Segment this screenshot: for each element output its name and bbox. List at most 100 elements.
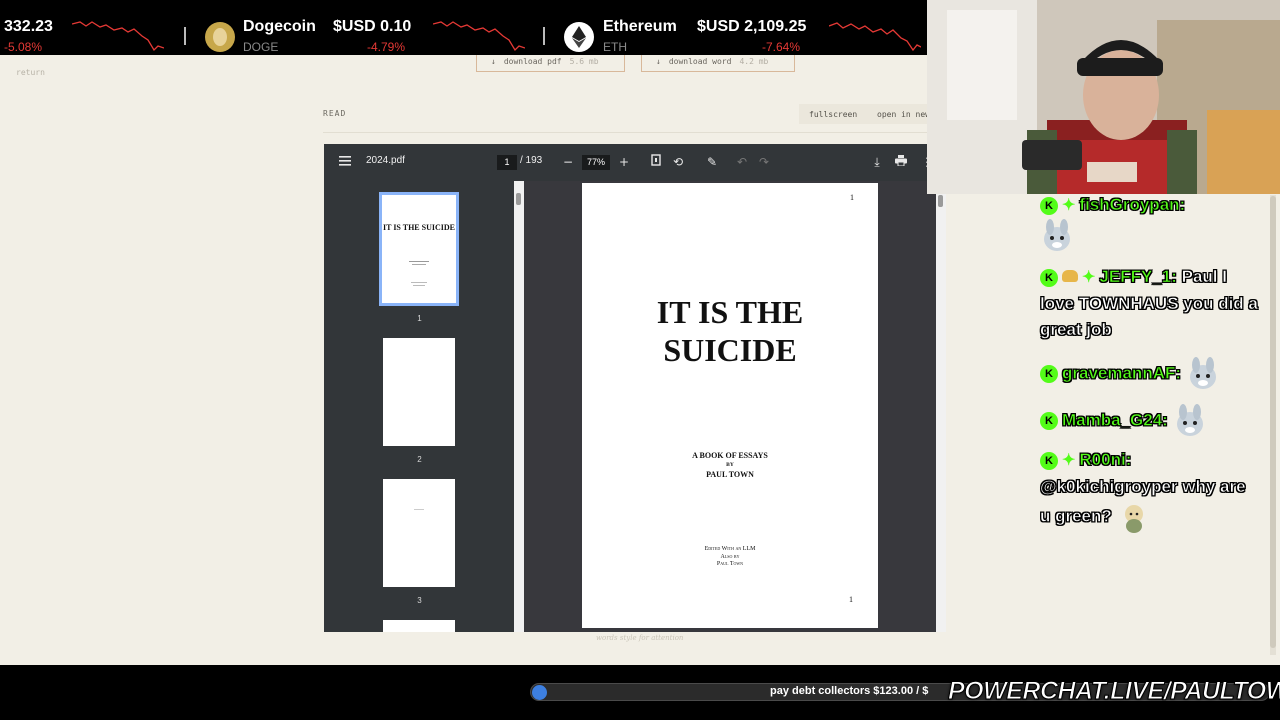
download-arrow-icon: ↓ [656,57,661,66]
thumbnail-scrollbar[interactable] [514,181,524,632]
subscriber-badge-icon: ✦ [1062,452,1076,469]
subscriber-badge-icon: ✦ [1062,197,1076,214]
ticker-symbol: ETH [603,40,627,54]
section-divider [323,132,927,133]
chat-message: K ✦ JEFFY_1: Paul I love TOWNHAUS you did … [1040,264,1260,343]
redo-icon[interactable]: ↷ [756,154,772,170]
thumbnail-number-3: 3 [417,596,422,605]
download-word-label: download word [668,57,732,66]
viewer-footnote: words style for attention [596,634,684,642]
thumbnail-number-2: 2 [417,455,422,464]
streamer-webcam-image [927,0,1280,194]
powerchat-progress-indicator [532,685,547,700]
download-pdf-label: download pdf [503,57,562,66]
chat-username: fishGroypan: [1079,195,1186,214]
book-by: BY [726,462,734,468]
emote-icon [1189,357,1216,389]
total-pages: / 193 [520,155,543,166]
book-title-line-1: IT IS THE [656,294,804,330]
thumbnail-page-4[interactable] [383,620,455,632]
thumbnail-page-3[interactable] [383,479,455,587]
pdf-toolbar: 2024.pdf 1 / 193 − 77% + ⟲ ✎ ↶ ↷ ⤓ ⋮ [324,144,946,181]
download-word-size: 4.2 mb [739,57,769,66]
fit-page-icon[interactable] [648,154,664,170]
chat-username: R00ni: [1079,450,1132,470]
subscriber-badge-icon: ✦ [1082,269,1096,286]
chat-message: K ✦ R00ni: @k0kichigroyper why are u green… [1040,447,1260,534]
sparkline-chart [433,21,525,52]
page-number-top: 1 [850,193,854,202]
download-word-button[interactable]: ↓ download word 4.2 mb [641,52,795,72]
chat-message: KgravemannAF: [1040,357,1220,391]
stream-screen: return ↓ download pdf 5.6 mb ↓ download … [0,0,1280,720]
thumbnail-title: IT IS THE SUICIDE [383,223,455,232]
return-link[interactable]: return [16,68,45,77]
pdf-page: 1 IT IS THE SUICIDE A BOOK OF ESSAYS BY … [582,183,878,628]
chat-username: JEFFY_1: [1099,267,1177,287]
download-icon[interactable]: ⤓ [869,154,885,170]
ticker-name: Ethereum [603,18,677,35]
chat-username: Mamba_G24: [1062,410,1168,430]
ticker-separator [184,27,186,45]
book-title-line-2: SUICIDE [663,332,797,368]
zoom-in-icon[interactable]: + [616,154,632,170]
document-scrollbar[interactable] [936,181,946,632]
undo-icon[interactable]: ↶ [734,154,750,170]
rotate-icon[interactable]: ⟲ [670,154,686,170]
fullscreen-button[interactable]: fullscreen [799,104,868,124]
emote-icon [1176,404,1203,436]
thumbnail-sidebar: IT IS THE SUICIDE 1 2 3 [324,181,515,632]
also-by: Also by [720,554,740,560]
ticker-change: -7.64% [762,40,801,54]
burger-badge-icon [1062,270,1078,282]
thumbnail-page-1[interactable]: IT IS THE SUICIDE [379,192,459,306]
ticker-price: $USD 2,109.25 [697,18,807,35]
ticker-change: -5.08% [4,40,43,54]
ticker-change: -4.79% [367,40,406,54]
ticker-symbol: DOGE [243,40,279,54]
kick-badge-icon: K [1040,412,1058,431]
ticker-name: Dogecoin [243,18,316,35]
read-section-label: READ [323,109,347,118]
kick-badge-icon: K [1040,269,1058,287]
page-number-input[interactable]: 1 [497,155,517,170]
page-scrollbar-thumb[interactable] [1270,196,1276,648]
kick-badge-icon: K [1040,197,1058,215]
crypto-ticker: 332.23 -5.08% Dogecoin DOGE $USD 0.10 -4… [0,0,927,55]
zoom-input[interactable]: 77% [582,155,610,170]
kick-badge-icon: K [1040,452,1058,470]
page-number-bottom: 1 [849,595,853,604]
book-subtitle: A BOOK OF ESSAYS [692,451,768,460]
sparkline-chart [72,21,164,52]
chat-message: K Mamba_G24: [1040,404,1207,438]
webcam-overlay [927,0,1280,194]
menu-icon[interactable] [337,154,353,170]
book-author: PAUL TOWN [706,470,754,479]
download-pdf-button[interactable]: ↓ download pdf 5.6 mb [476,52,625,72]
download-pdf-size: 5.6 mb [569,57,599,66]
emote-icon [1040,219,1074,253]
thumbnail-page-2[interactable] [383,338,455,446]
print-icon[interactable] [893,154,909,170]
pdf-filename: 2024.pdf [366,155,405,166]
powerchat-brand: POWERCHAT.LIVE/PAULTOWN [947,677,1280,706]
kick-badge-icon: K [1040,365,1058,384]
chat-message: K ✦ fishGroypan: [1040,195,1186,219]
download-arrow-icon: ↓ [491,57,496,66]
thumbnail-number-1: 1 [417,314,422,323]
pdf-viewer: 2024.pdf 1 / 193 − 77% + ⟲ ✎ ↶ ↷ ⤓ ⋮ IT … [324,144,946,632]
dogecoin-icon [205,22,235,52]
sparkline-chart [829,22,921,52]
ticker-price: 332.23 [4,18,53,35]
chat-username: gravemannAF: [1062,363,1182,383]
also-by-author: Paul Town [716,561,744,567]
ticker-price: $USD 0.10 [333,18,412,35]
ethereum-icon [564,22,594,52]
chat-overlay: K ✦ fishGroypan: K ✦ JEFFY_1: Paul I love TO… [1030,195,1270,665]
emote-icon [1124,505,1143,533]
powerchat-goal-text: pay debt collectors $123.00 / $ [770,685,929,697]
ticker-separator [543,27,545,45]
annotate-icon[interactable]: ✎ [704,154,720,170]
edited-with-llm: Edited With an LLM [704,546,756,552]
zoom-out-icon[interactable]: − [560,154,576,170]
